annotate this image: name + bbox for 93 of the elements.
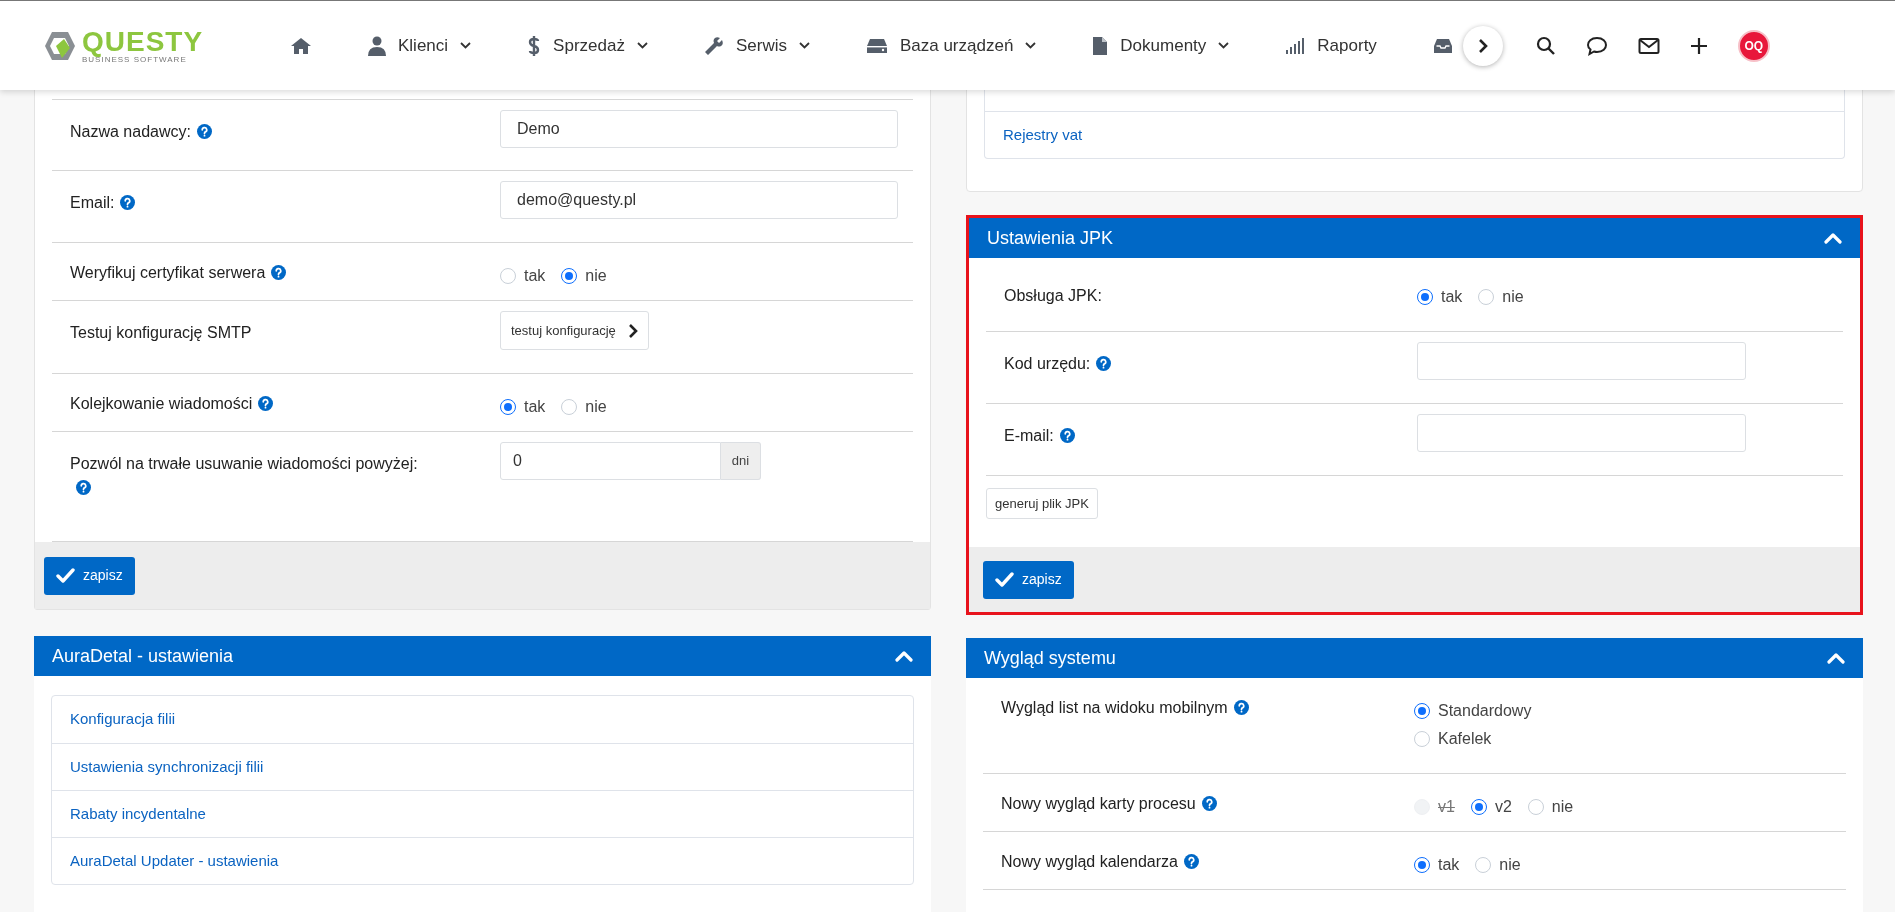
radio-label: tak (1441, 287, 1463, 307)
radio-label: v2 (1494, 797, 1512, 817)
generate-button[interactable]: generuj plik JPK (986, 488, 1098, 519)
unit-label: dni (721, 442, 761, 480)
radio-button[interactable] (1417, 289, 1433, 305)
settings-link[interactable]: Ustawienia synchronizacji filii (70, 755, 264, 779)
check-icon (995, 572, 1014, 587)
caret-icon (1218, 42, 1230, 49)
help-icon[interactable] (271, 265, 287, 280)
chevron-right-icon (627, 322, 638, 339)
field-label: Nowy wygląd karty procesu (1001, 795, 1196, 812)
text-field[interactable] (1417, 414, 1746, 452)
radio-label: nie (1499, 855, 1521, 875)
help-icon[interactable] (1096, 356, 1112, 371)
field-label: Testuj konfigurację SMTP (70, 324, 252, 341)
save-button[interactable]: zapisz (983, 560, 1074, 599)
home-icon[interactable] (290, 36, 312, 55)
save-button[interactable]: zapisz (44, 556, 135, 595)
field-label: Email: (70, 194, 115, 211)
inbox-icon[interactable] (1432, 37, 1453, 54)
help-icon[interactable] (1184, 854, 1199, 869)
settings-link[interactable]: Rejestry vat (1003, 123, 1083, 147)
document-icon (1092, 35, 1109, 56)
mail-icon[interactable] (1637, 36, 1660, 55)
help-icon[interactable] (1233, 700, 1249, 715)
help-icon[interactable] (196, 124, 212, 139)
panel-title: Ustawienia JPK (987, 226, 1114, 250)
text-field[interactable]: demo@questy.pl (500, 181, 898, 219)
radio-button[interactable] (561, 268, 578, 284)
chevron-right-icon (1477, 37, 1488, 54)
test-button[interactable]: testuj konfigurację (500, 311, 649, 350)
radio-label: nie (1502, 287, 1524, 307)
help-icon[interactable] (76, 480, 91, 495)
radio-label: tak (524, 266, 546, 286)
nav-menu-item[interactable]: Klienci (368, 32, 472, 59)
plus-icon[interactable] (1689, 36, 1708, 55)
field-label: Kod urzędu: (1004, 355, 1091, 372)
chevron-up-icon[interactable] (895, 650, 913, 662)
settings-link[interactable]: AuraDetal Updater - ustawienia (70, 849, 279, 873)
radio-button[interactable] (1414, 857, 1430, 873)
caret-icon (798, 42, 810, 49)
search-icon[interactable] (1535, 35, 1556, 56)
panel-title: Wygląd systemu (984, 646, 1116, 670)
field-label: E-mail: (1004, 427, 1054, 444)
chat-icon[interactable] (1585, 35, 1608, 56)
logo-icon (42, 29, 76, 62)
text-field[interactable]: Demo (500, 110, 898, 148)
radio-label: tak (524, 397, 546, 417)
radio-button[interactable] (1470, 799, 1487, 815)
radio-label: tak (1438, 855, 1460, 875)
radio-button[interactable] (1414, 703, 1430, 719)
nav-menu-item[interactable]: Baza urządzeń (865, 32, 1037, 59)
scroll-right-button[interactable] (1462, 25, 1503, 66)
check-icon (56, 568, 75, 583)
settings-link[interactable]: Konfiguracja filii (70, 708, 176, 731)
nav-menu-item[interactable]: Sprzedaż (527, 32, 648, 59)
logo-name: QUESTY (82, 27, 204, 56)
nav-menu-item[interactable]: Serwis (703, 32, 810, 59)
field-label: Obsługa JPK: (1004, 287, 1102, 304)
caret-icon (1025, 42, 1037, 49)
radio-label: nie (585, 266, 607, 286)
field-label: Weryfikuj certyfikat serwera (70, 264, 266, 281)
help-icon[interactable] (258, 396, 274, 411)
field-label: Kolejkowanie wiadomości (70, 395, 253, 412)
chevron-up-icon[interactable] (1824, 232, 1842, 244)
radio-button[interactable] (500, 399, 516, 415)
field-label: Nazwa nadawcy: (70, 123, 191, 140)
radio-label: nie (585, 397, 607, 417)
help-icon[interactable] (1201, 796, 1217, 811)
chevron-up-icon[interactable] (1827, 652, 1845, 664)
number-field[interactable]: 0 (500, 442, 721, 480)
drive-icon (865, 37, 888, 54)
radio-label: v1 (1438, 797, 1455, 817)
user-avatar[interactable]: OQ (1737, 29, 1770, 62)
field-label: Wygląd list na widoku mobilnym (1001, 699, 1228, 716)
nav-menu-item[interactable]: Raporty (1285, 32, 1377, 59)
caret-icon (460, 42, 472, 49)
radio-label: nie (1551, 797, 1574, 817)
radio-label: Kafelek (1438, 729, 1492, 749)
wrench-icon (703, 35, 724, 56)
help-icon[interactable] (1059, 428, 1075, 443)
person-icon (368, 35, 386, 56)
nav-menu-item[interactable]: Dokumenty (1092, 32, 1230, 59)
settings-link[interactable]: Rabaty incydentalne (70, 802, 206, 826)
dollar-icon (527, 34, 542, 57)
signal-bars-icon (1285, 37, 1306, 54)
field-label: Nowy wygląd kalendarza (1001, 853, 1178, 870)
radio-label: Standardowy (1438, 701, 1532, 721)
caret-icon (636, 42, 648, 49)
text-field[interactable] (1417, 342, 1746, 380)
panel-title: AuraDetal - ustawienia (52, 644, 234, 668)
field-label: Pozwól na trwałe usuwanie wiadomości powyżej: (70, 455, 418, 472)
help-icon[interactable] (120, 195, 136, 210)
